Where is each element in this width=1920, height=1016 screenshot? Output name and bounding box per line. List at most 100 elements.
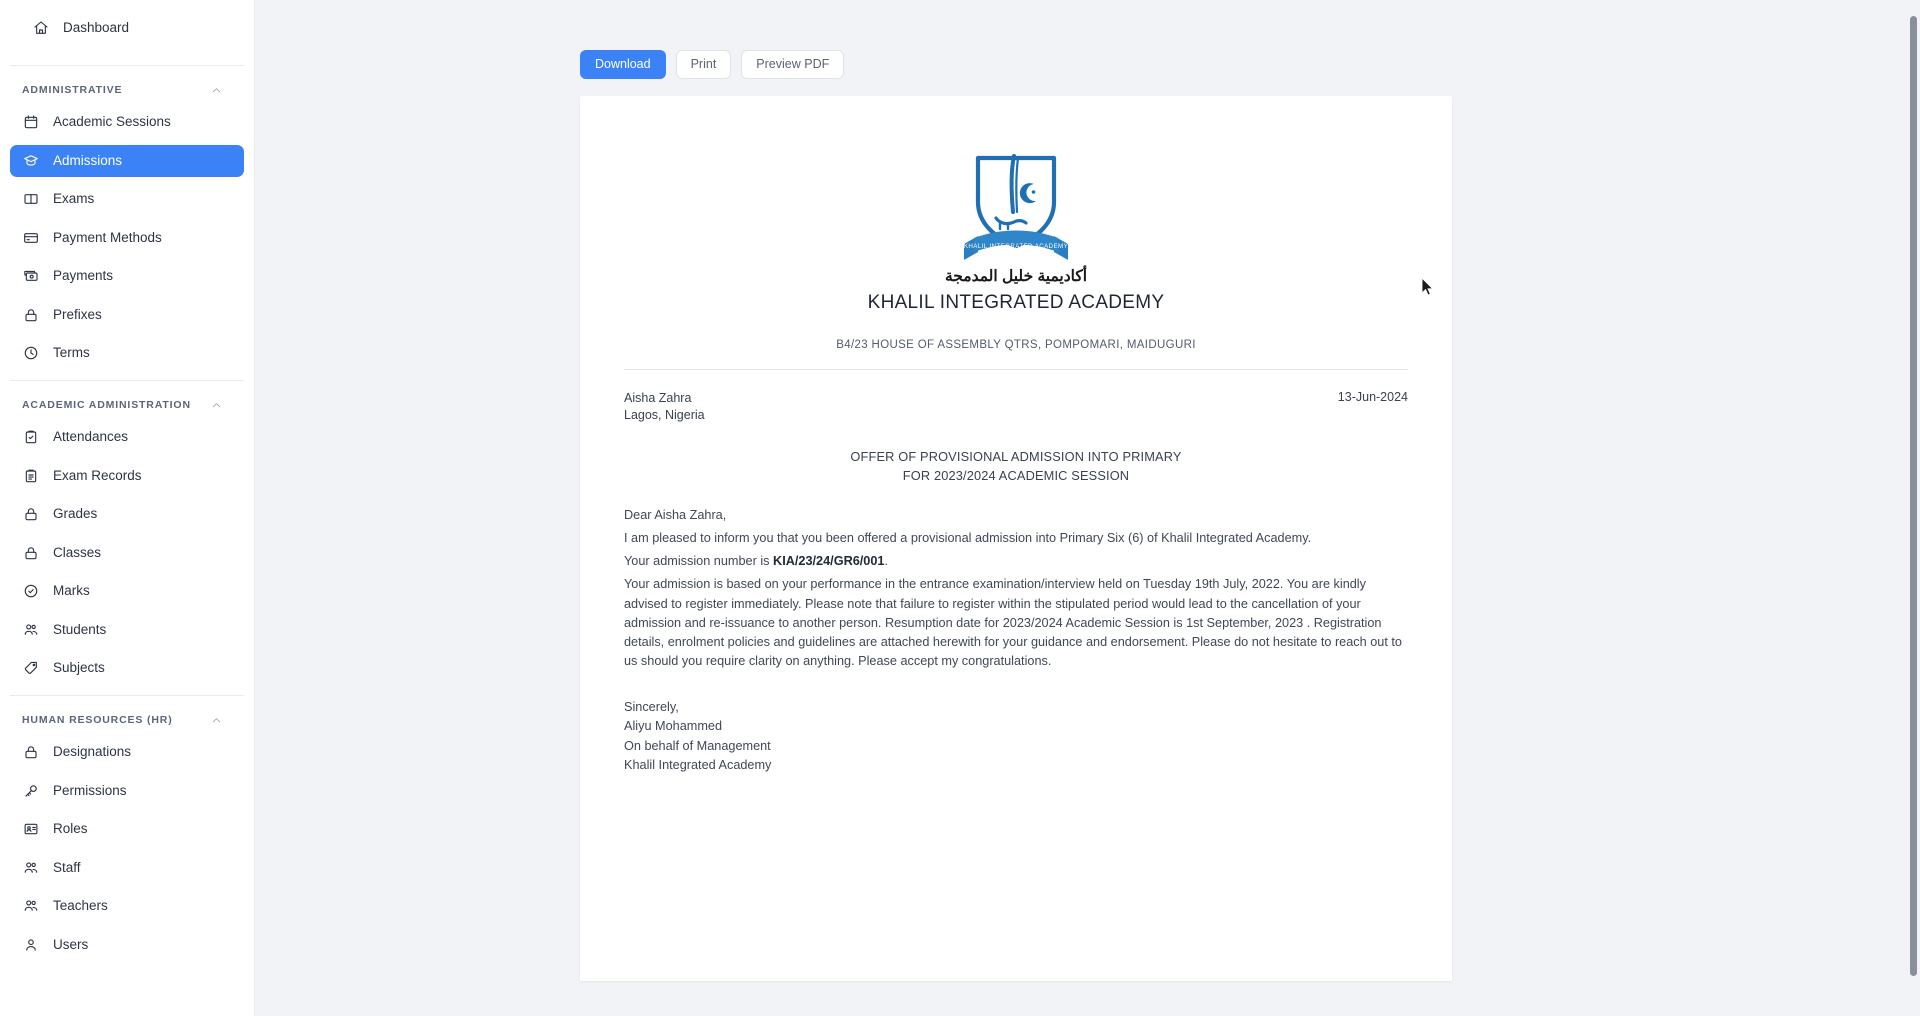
sidebar-group-academic-administration: Attendances Exam Records Grades Classes … — [0, 418, 254, 684]
users-icon — [22, 859, 39, 876]
school-logo: KHALIL INTEGRATED ACADEMY — [624, 140, 1408, 265]
letter-meta: Aisha Zahra Lagos, Nigeria 13-Jun-2024 — [624, 390, 1408, 426]
sidebar-item-label: Admissions — [53, 154, 122, 168]
clock-icon — [22, 345, 39, 362]
sidebar-item-label: Staff — [53, 861, 81, 875]
credit-card-icon — [22, 229, 39, 246]
signer-name: Aliyu Mohammed — [624, 717, 1408, 736]
banknote-icon — [22, 268, 39, 285]
letter-paragraph-2: Your admission number is KIA/23/24/GR6/0… — [624, 552, 1408, 571]
sidebar-item-label: Students — [53, 623, 106, 637]
sidebar-top: Dashboard — [0, 0, 254, 54]
clipboard-check-icon — [22, 429, 39, 446]
letter-title-line-2: FOR 2023/2024 ACADEMIC SESSION — [624, 467, 1408, 486]
sidebar-divider-2 — [10, 380, 244, 381]
sidebar-section-academic-administration[interactable]: ACADEMIC ADMINISTRATION — [10, 392, 244, 418]
sidebar-item-label: Users — [53, 938, 88, 952]
sidebar-divider-3 — [10, 695, 244, 696]
sidebar-item-staff[interactable]: Staff — [10, 852, 244, 884]
lock-icon — [22, 544, 39, 561]
sidebar-item-payments[interactable]: Payments — [10, 260, 244, 292]
sidebar-item-users[interactable]: Users — [10, 929, 244, 961]
sidebar-item-academic-sessions[interactable]: Academic Sessions — [10, 106, 244, 138]
chevron-up-icon — [211, 715, 222, 726]
id-card-icon — [22, 821, 39, 838]
sidebar-item-label: Grades — [53, 507, 97, 521]
sidebar-item-label: Prefixes — [53, 308, 102, 322]
sidebar-item-designations[interactable]: Designations — [10, 736, 244, 768]
sidebar-item-admissions[interactable]: Admissions — [10, 145, 244, 177]
home-icon — [32, 20, 49, 37]
download-button[interactable]: Download — [580, 50, 666, 79]
admission-letter-paper: KHALIL INTEGRATED ACADEMY أكاديمية خليل … — [580, 96, 1452, 981]
users-icon — [22, 621, 39, 638]
vertical-scrollbar[interactable] — [1906, 0, 1920, 1016]
book-open-icon — [22, 191, 39, 208]
sidebar-item-prefixes[interactable]: Prefixes — [10, 299, 244, 331]
lock-icon — [22, 306, 39, 323]
sidebar-item-roles[interactable]: Roles — [10, 813, 244, 845]
sidebar-group-administrative: Academic Sessions Admissions Exams Payme… — [0, 103, 254, 369]
sidebar-item-label: Marks — [53, 584, 90, 598]
school-address: B4/23 HOUSE OF ASSEMBLY QTRS, POMPOMARI,… — [624, 339, 1408, 370]
admission-number-suffix: . — [884, 554, 888, 568]
letter-title: OFFER OF PROVISIONAL ADMISSION INTO PRIM… — [624, 448, 1408, 486]
sidebar-item-permissions[interactable]: Permissions — [10, 775, 244, 807]
sidebar-item-classes[interactable]: Classes — [10, 537, 244, 569]
sidebar-item-dashboard[interactable]: Dashboard — [20, 12, 234, 44]
school-name-english: KHALIL INTEGRATED ACADEMY — [624, 292, 1408, 314]
main-content: Download Print Preview PDF — [255, 0, 1920, 1016]
lock-icon — [22, 506, 39, 523]
preview-pdf-button[interactable]: Preview PDF — [741, 50, 844, 79]
tag-icon — [22, 660, 39, 677]
sidebar-divider-1 — [10, 65, 244, 66]
sidebar-item-teachers[interactable]: Teachers — [10, 890, 244, 922]
sidebar-item-marks[interactable]: Marks — [10, 575, 244, 607]
sidebar-item-terms[interactable]: Terms — [10, 337, 244, 369]
app-root: Dashboard ADMINISTRATIVE Academic Sessio… — [0, 0, 1920, 1016]
sidebar-item-subjects[interactable]: Subjects — [10, 652, 244, 684]
sidebar-item-exams[interactable]: Exams — [10, 183, 244, 215]
letter-paragraph-1: I am pleased to inform you that you been… — [624, 529, 1408, 548]
sidebar-item-students[interactable]: Students — [10, 614, 244, 646]
recipient-name: Aisha Zahra — [624, 390, 705, 408]
sidebar-group-human-resources: Designations Permissions Roles Staff Tea… — [0, 733, 254, 961]
signature-block: Sincerely, Aliyu Mohammed On behalf of M… — [624, 698, 1408, 775]
graduation-cap-icon — [22, 152, 39, 169]
sidebar-item-label: Terms — [53, 346, 90, 360]
lock-icon — [22, 744, 39, 761]
letter-date: 13-Jun-2024 — [1338, 390, 1408, 404]
letterhead: KHALIL INTEGRATED ACADEMY أكاديمية خليل … — [624, 140, 1408, 370]
sidebar-item-exam-records[interactable]: Exam Records — [10, 460, 244, 492]
sidebar-item-label: Roles — [53, 822, 88, 836]
sidebar-item-label: Subjects — [53, 661, 105, 675]
sidebar-item-label: Attendances — [53, 430, 128, 444]
letter-paragraph-3: Your admission is based on your performa… — [624, 575, 1408, 671]
sidebar-item-label: Exam Records — [53, 469, 142, 483]
sidebar-item-label: Permissions — [53, 784, 127, 798]
paragraph-1-text: I am pleased to inform you that you been… — [624, 531, 1311, 545]
letter-title-line-1: OFFER OF PROVISIONAL ADMISSION INTO PRIM… — [624, 448, 1408, 467]
sidebar-section-administrative[interactable]: ADMINISTRATIVE — [10, 77, 244, 103]
sidebar-section-title: HUMAN RESOURCES (HR) — [22, 714, 173, 726]
letter-body: Dear Aisha Zahra, I am pleased to inform… — [624, 506, 1408, 672]
check-circle-icon — [22, 583, 39, 600]
sidebar-section-title: ADMINISTRATIVE — [22, 84, 122, 96]
sidebar-item-grades[interactable]: Grades — [10, 498, 244, 530]
chevron-up-icon — [211, 85, 222, 96]
scrollbar-thumb[interactable] — [1910, 16, 1917, 976]
print-button[interactable]: Print — [676, 50, 732, 79]
sidebar-item-payment-methods[interactable]: Payment Methods — [10, 222, 244, 254]
sidebar-item-attendances[interactable]: Attendances — [10, 421, 244, 453]
sidebar-item-label: Designations — [53, 745, 131, 759]
logo-ribbon-text: KHALIL INTEGRATED ACADEMY — [964, 243, 1068, 250]
calendar-icon — [22, 114, 39, 131]
sidebar-item-label: Payments — [53, 269, 113, 283]
sidebar: Dashboard ADMINISTRATIVE Academic Sessio… — [0, 0, 255, 1016]
sidebar-item-label: Academic Sessions — [53, 115, 171, 129]
salutation: Dear Aisha Zahra, — [624, 506, 1408, 525]
users-icon — [22, 898, 39, 915]
user-icon — [22, 936, 39, 953]
sidebar-section-human-resources[interactable]: HUMAN RESOURCES (HR) — [10, 707, 244, 733]
key-icon — [22, 782, 39, 799]
